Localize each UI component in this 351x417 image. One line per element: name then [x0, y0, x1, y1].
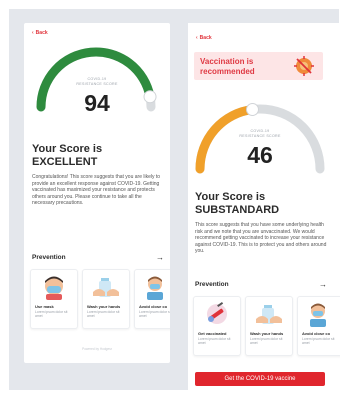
prevention-card[interactable]: Avoid close co Lorem ipsum dolor sit ame… [297, 296, 340, 356]
gauge-label: COVID-19 RESISTANCE SCORE [76, 77, 118, 86]
score-value: 46 [247, 142, 273, 168]
prevention-header: Prevention → [32, 253, 164, 262]
distance-icon [310, 303, 326, 327]
distance-icon [147, 276, 163, 300]
get-vaccine-button[interactable]: Get the COVID-19 vaccine [195, 372, 325, 386]
back-label: Back [35, 30, 48, 36]
virus-warning-icon [294, 56, 314, 76]
prevention-card[interactable]: Wash your hands Lorem ipsum dolor sit am… [245, 296, 293, 356]
vaccine-icon [207, 301, 227, 324]
banner-text: Vaccination is recommended [200, 57, 255, 76]
back-link[interactable]: ‹ Back [196, 35, 212, 41]
card-title: Wash your hands [250, 331, 284, 336]
arrow-right-icon[interactable]: → [156, 253, 164, 262]
card-desc: Lorem ipsum dolor sit amet [87, 310, 120, 319]
chevron-left-icon: ‹ [32, 30, 34, 36]
card-desc: Lorem ipsum dolor sit amet [302, 337, 335, 346]
prevention-label: Prevention [32, 254, 66, 261]
prevention-cards: Get vaccinated Lorem ipsum dolor sit ame… [193, 296, 340, 356]
card-title: Avoid close co [302, 331, 331, 336]
vaccination-banner: Vaccination is recommended [194, 52, 323, 80]
back-link[interactable]: ‹ Back [32, 30, 48, 36]
footer-text: Powered by Hodgesr [82, 347, 112, 351]
gauge-knob [245, 102, 259, 116]
prevention-card[interactable]: Use mask Lorem ipsum dolor sit amet [30, 269, 78, 329]
score-value: 94 [84, 90, 110, 116]
card-title: Get vaccinated [198, 331, 227, 336]
excellent-score-screen: ‹ Back COVID-19 RESISTANCE SCORE 94 Your … [24, 23, 170, 363]
arrow-right-icon[interactable]: → [319, 280, 327, 289]
card-desc: Lorem ipsum dolor sit amet [250, 337, 283, 346]
card-title: Use mask [35, 304, 54, 309]
prevention-card[interactable]: Get vaccinated Lorem ipsum dolor sit ame… [193, 296, 241, 356]
substandard-score-screen: ‹ Back Vaccination is recommended COVID-1… [188, 23, 340, 395]
back-label: Back [199, 35, 212, 41]
chevron-left-icon: ‹ [196, 35, 198, 41]
card-desc: Lorem ipsum dolor sit amet [198, 337, 231, 346]
prevention-card[interactable]: Wash your hands Lorem ipsum dolor sit am… [82, 269, 130, 329]
prevention-label: Prevention [195, 281, 229, 288]
mask-icon [45, 276, 63, 300]
handwash-icon [256, 305, 282, 324]
card-desc: Lorem ipsum dolor sit amet [139, 310, 170, 319]
prevention-card[interactable]: Avoid close co Lorem ipsum dolor sit ame… [134, 269, 170, 329]
score-description: This score suggests that you have some u… [195, 222, 327, 255]
gauge-knob [143, 90, 157, 104]
handwash-icon [93, 278, 119, 297]
score-description: Congratulations! This score suggests tha… [32, 174, 161, 207]
canvas: ‹ Back COVID-19 RESISTANCE SCORE 94 Your … [9, 9, 340, 395]
card-desc: Lorem ipsum dolor sit amet [35, 310, 68, 319]
card-title: Wash your hands [87, 304, 121, 309]
prevention-cards: Use mask Lorem ipsum dolor sit amet Wash… [30, 269, 170, 329]
score-title: Your Score is SUBSTANDARD [195, 191, 280, 216]
prevention-header: Prevention → [195, 280, 327, 289]
score-title: Your Score is EXCELLENT [32, 143, 103, 168]
gauge-label: COVID-19 RESISTANCE SCORE [239, 129, 281, 138]
card-title: Avoid close co [139, 304, 168, 309]
